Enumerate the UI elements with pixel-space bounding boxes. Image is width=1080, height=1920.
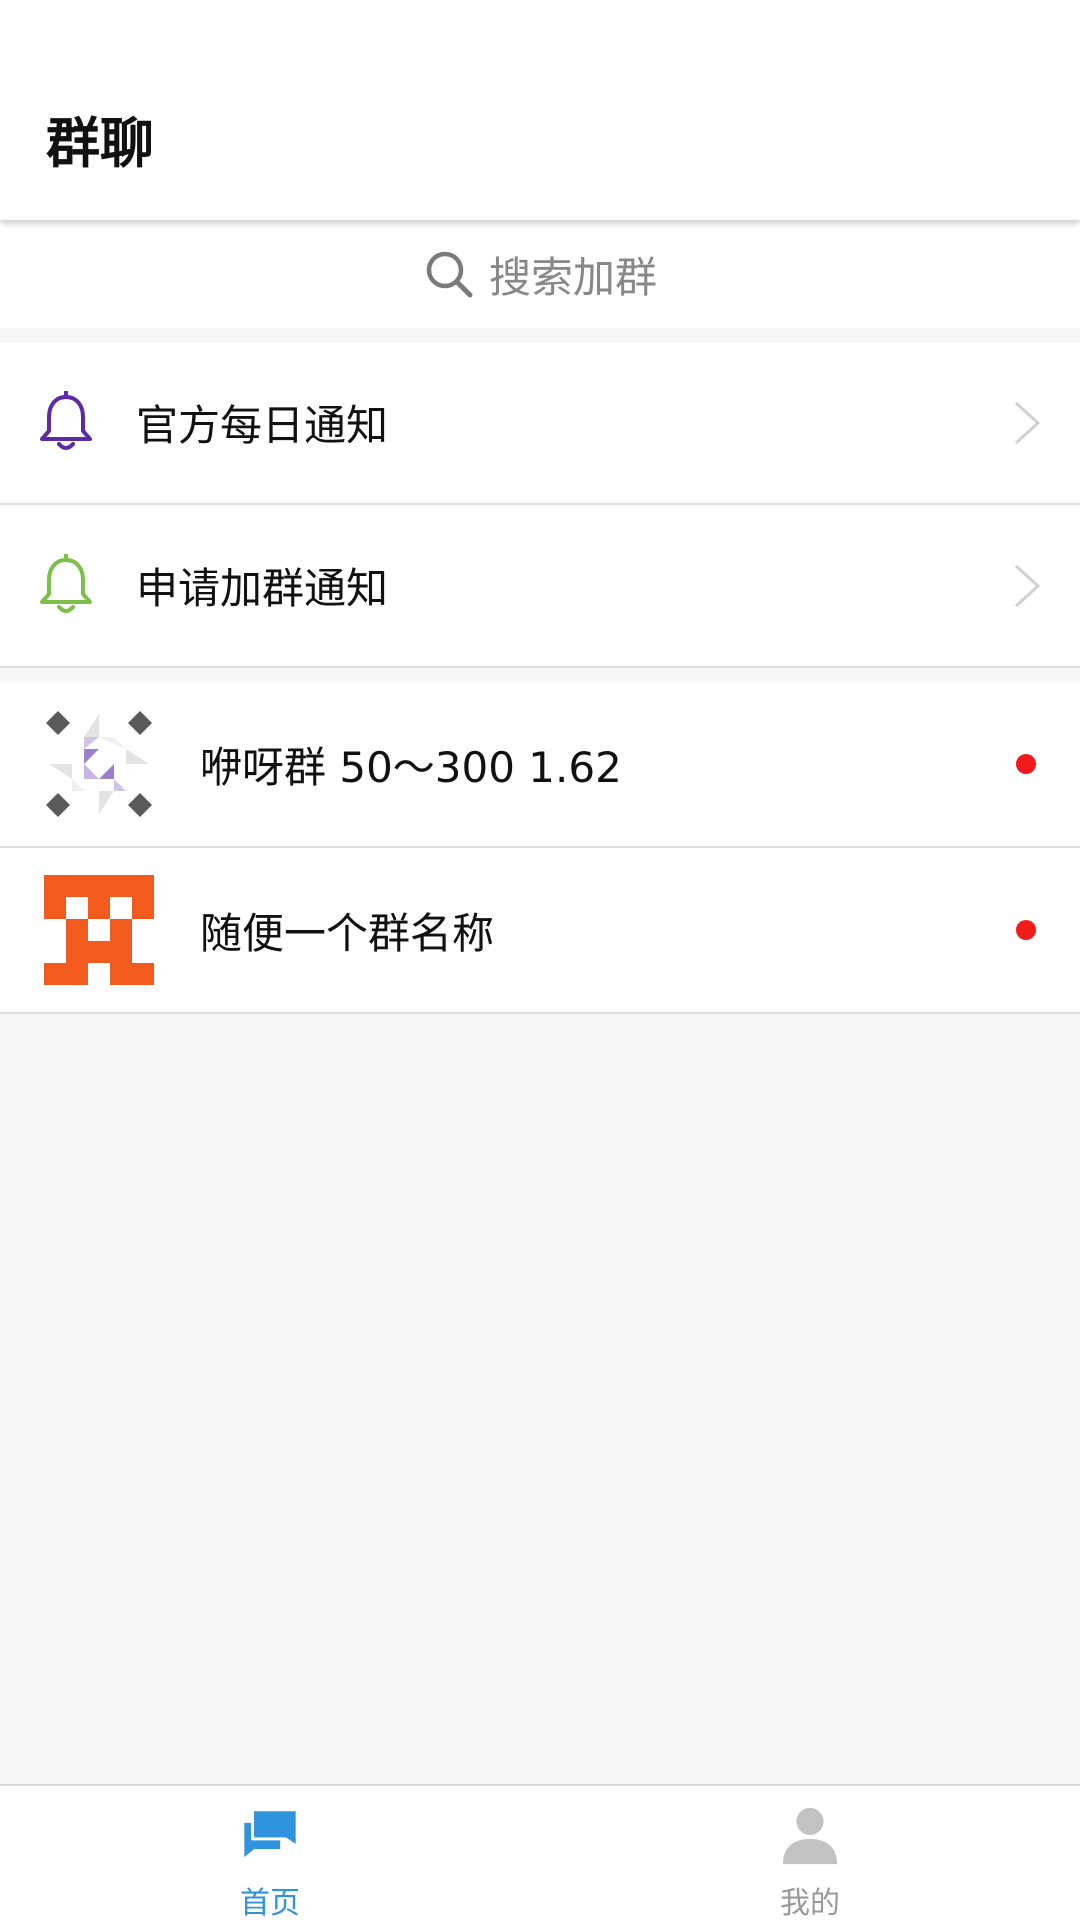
chevron-right-icon (1014, 564, 1041, 607)
official-daily-notice-item[interactable]: 官方每日通知 (0, 342, 1080, 505)
unread-dot (1016, 920, 1036, 940)
chat-icon (241, 1808, 299, 1862)
search-icon (426, 251, 473, 298)
notice-list: 官方每日通知 申请加群通知 (0, 342, 1080, 668)
group-list: 咿呀群 50～300 1.62 随便一个群名称 (0, 682, 1080, 1014)
tab-mine[interactable]: 我的 (540, 1786, 1080, 1920)
person-icon (782, 1807, 838, 1865)
group-name: 咿呀群 50～300 1.62 (200, 742, 622, 792)
app-root: 群聊 搜索加群 官方每日通知 申请加群通知 咿呀群 50～300 1.62 随便… (0, 0, 1080, 1920)
notice-label: 官方每日通知 (136, 401, 389, 450)
search-bar[interactable]: 搜索加群 (0, 220, 1080, 328)
page-title: 群聊 (46, 112, 154, 175)
group-avatar-checker (44, 875, 154, 985)
unread-dot (1016, 754, 1036, 774)
notice-label: 申请加群通知 (136, 564, 389, 613)
chevron-right-icon (1014, 401, 1041, 444)
bell-icon (40, 553, 92, 613)
group-name: 随便一个群名称 (200, 908, 495, 958)
tab-home-label: 首页 (240, 1886, 300, 1920)
group-avatar-pinwheel (44, 709, 154, 819)
search-placeholder: 搜索加群 (488, 252, 657, 302)
bell-icon (40, 390, 92, 450)
group-item[interactable]: 随便一个群名称 (0, 848, 1080, 1014)
tab-mine-label: 我的 (780, 1886, 840, 1920)
tab-home[interactable]: 首页 (0, 1786, 540, 1920)
header: 群聊 (0, 0, 1080, 220)
bottom-nav: 首页 我的 (0, 1784, 1080, 1920)
group-item[interactable]: 咿呀群 50～300 1.62 (0, 682, 1080, 848)
join-request-notice-item[interactable]: 申请加群通知 (0, 505, 1080, 668)
